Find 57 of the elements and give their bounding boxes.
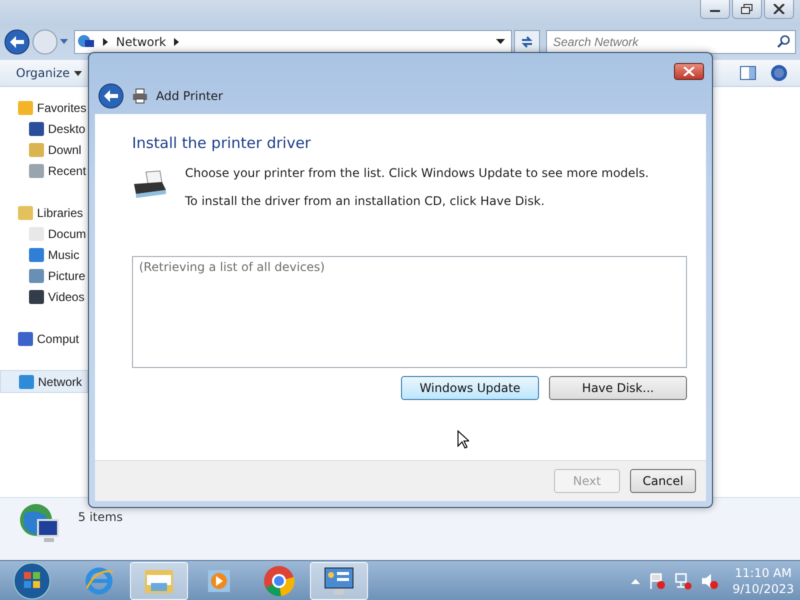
search-field[interactable]: Search Network	[546, 30, 796, 54]
breadcrumb-item[interactable]: Network	[116, 35, 166, 49]
control-panel-icon	[323, 566, 355, 596]
sidebar-item[interactable]: Comput	[0, 328, 88, 349]
preview-pane-icon[interactable]	[740, 66, 756, 80]
list-placeholder: (Retrieving a list of all devices)	[139, 260, 325, 274]
refresh-button[interactable]	[514, 30, 540, 54]
sidebar-item[interactable]: Downl	[0, 139, 88, 160]
search-icon	[777, 35, 790, 48]
organize-button[interactable]: Organize	[14, 64, 84, 82]
sidebar-item[interactable]: Videos	[0, 286, 88, 307]
close-button[interactable]	[674, 63, 704, 80]
arrow-icon	[174, 38, 180, 46]
dropdown-icon[interactable]	[496, 39, 505, 45]
caret-icon	[74, 70, 82, 76]
network-icon	[77, 34, 95, 50]
cursor-icon	[457, 430, 469, 449]
dialog-title: Add Printer	[156, 89, 223, 103]
close-icon	[773, 4, 785, 14]
instruction-text: Choose your printer from the list. Click Windows Update to see more models.	[185, 166, 649, 180]
show-hidden-icons[interactable]	[631, 578, 640, 584]
sidebar-item[interactable]: Picture	[0, 265, 88, 286]
browser-e-icon	[84, 566, 114, 596]
sidebar-item[interactable]: Favorites	[0, 97, 88, 118]
cancel-button[interactable]: Cancel	[630, 469, 696, 493]
network-icon[interactable]	[674, 572, 692, 590]
printer-icon	[132, 170, 168, 200]
close-icon	[683, 67, 695, 76]
restore-button[interactable]	[732, 0, 762, 19]
sidebar-item[interactable]: Network	[0, 370, 88, 393]
close-button[interactable]	[764, 0, 794, 19]
sidebar-item[interactable]: Recent	[0, 160, 88, 181]
taskbar-button[interactable]	[310, 562, 368, 600]
printer-list[interactable]: (Retrieving a list of all devices)	[132, 256, 687, 368]
sidebar-item[interactable]: Libraries	[0, 202, 88, 223]
clock-time: 11:10 AM	[734, 564, 792, 580]
browser-icon	[263, 564, 295, 596]
minimize-button[interactable]	[700, 0, 730, 19]
start-button[interactable]	[12, 560, 52, 600]
refresh-icon	[519, 35, 535, 49]
back-icon[interactable]	[98, 83, 124, 109]
sidebar-item[interactable]: Deskto	[0, 118, 88, 139]
have-disk-button[interactable]: Have Disk...	[549, 376, 687, 400]
back-icon[interactable]	[4, 29, 30, 55]
printer-icon	[132, 88, 148, 104]
arrow-icon	[103, 38, 108, 46]
sidebar-item[interactable]: Docum	[0, 223, 88, 244]
restore-icon	[741, 4, 753, 14]
dialog-heading: Install the printer driver	[132, 134, 312, 152]
clock-date: 9/10/2023	[732, 580, 794, 596]
sidebar-item[interactable]: Music	[0, 244, 88, 265]
instruction-text: To install the driver from an installation CD, click Have Disk.	[185, 194, 546, 208]
windows-update-button[interactable]: Windows Update	[401, 376, 539, 400]
item-count: 5 items	[78, 510, 123, 524]
address-bar[interactable]: Network	[74, 30, 512, 54]
flag-icon[interactable]	[648, 572, 666, 590]
speaker-muted-icon[interactable]	[700, 572, 718, 590]
